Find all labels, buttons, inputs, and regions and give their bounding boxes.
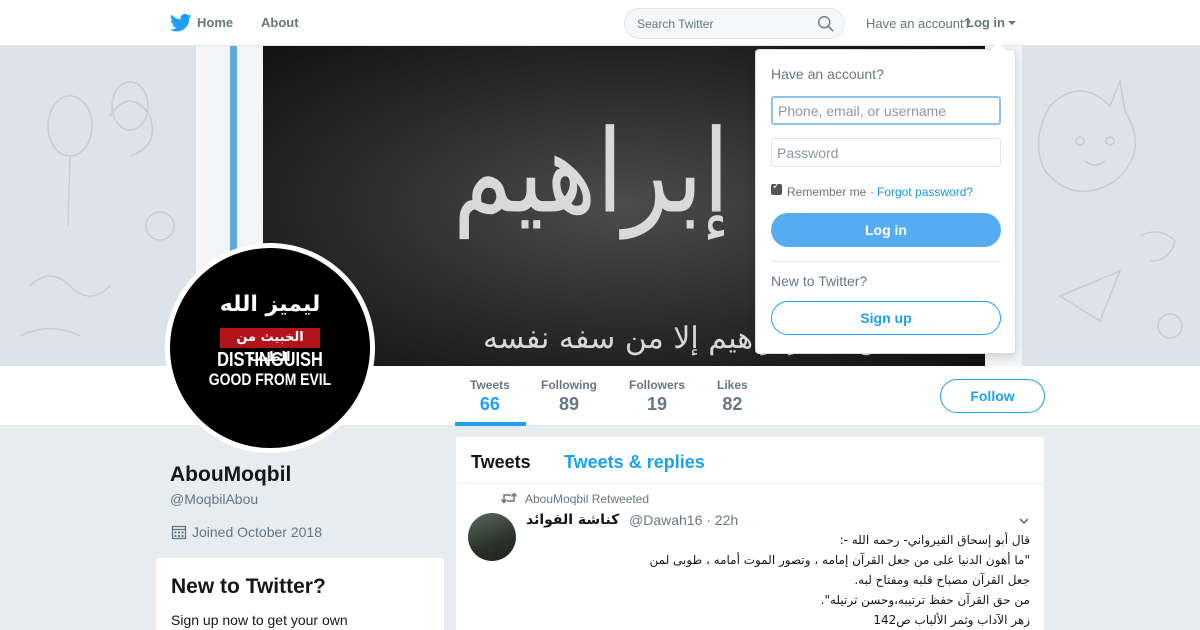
stat-following[interactable]: Following 89 [541, 378, 597, 415]
stat-label: Followers [629, 378, 686, 392]
top-nav: Home About Have an account? Log in [0, 0, 1200, 46]
retweet-icon [501, 492, 517, 504]
tweet-text: قال أبو إسحاق القيرواني- رحمه الله -: "م… [526, 530, 1031, 630]
tweet-text-line: "ما أهون الدنيا على من جعل القرآن إمامه … [649, 553, 1031, 567]
login-dropdown-title: Have an account? [771, 66, 884, 82]
avatar-image: ليميز الله الخبيث من الطيب DISTINGUISH G… [170, 248, 370, 448]
tab-tweets-replies[interactable]: Tweets & replies [564, 452, 705, 473]
forgot-password-link[interactable]: Forgot password? [877, 185, 973, 199]
timeline-tabs: Tweets Tweets & replies [456, 437, 1044, 484]
new-to-twitter-card: New to Twitter? Sign up now to get your … [156, 558, 444, 630]
stat-likes[interactable]: Likes 82 [717, 378, 748, 415]
remember-me-checkbox[interactable] [771, 181, 782, 195]
avatar-english-line2: GOOD FROM EVIL [208, 370, 332, 389]
divider [771, 261, 1001, 262]
new-to-twitter-label: New to Twitter? [771, 273, 868, 289]
avatar-english-line1: DISTINGUISH [217, 349, 323, 371]
login-dropdown-toggle[interactable]: Log in [966, 15, 1005, 30]
password-field[interactable] [771, 138, 1001, 167]
stat-label: Following [541, 378, 597, 392]
search-icon[interactable] [817, 15, 834, 32]
search-box [624, 8, 845, 39]
have-account-text: Have an account? [866, 16, 971, 31]
avatar-arabic-bar: الخبيث من الطيب [220, 328, 320, 365]
remember-me-label[interactable]: Remember me [787, 185, 866, 199]
stat-value: 82 [722, 394, 743, 414]
username-field[interactable] [771, 96, 1001, 125]
tweet-author-handle-time[interactable]: @Dawah16 · 22h [629, 512, 738, 528]
banner-accent-bar [230, 46, 237, 256]
retweet-context[interactable]: AbouMoqbil Retweeted [525, 492, 649, 506]
login-button[interactable]: Log in [771, 213, 1001, 247]
stat-followers[interactable]: Followers 19 [629, 378, 685, 415]
timeline: Tweets Tweets & replies AbouMoqbil Retwe… [456, 437, 1044, 630]
twitter-bird-icon[interactable] [170, 13, 192, 33]
tweet-author-name[interactable]: كناشة الفوائد [526, 512, 619, 528]
nav-home-link[interactable]: Home [197, 15, 233, 30]
follow-button[interactable]: Follow [940, 379, 1045, 413]
tweet-author-avatar[interactable] [468, 513, 516, 561]
stat-tweets[interactable]: Tweets 66 [470, 378, 510, 415]
tab-tweets[interactable]: Tweets [471, 452, 531, 473]
avatar-arabic-top: ليميز الله [219, 292, 321, 317]
login-dropdown: Have an account? Remember me · Forgot pa… [755, 42, 1016, 354]
stat-label: Tweets [470, 378, 510, 392]
calendar-icon [171, 525, 187, 540]
dropdown-arrow [990, 42, 1006, 50]
stat-label: Likes [717, 378, 748, 392]
stat-value: 19 [646, 394, 668, 414]
tweet-text-line: من حق القرآن حفظ ترتيبه،وحسن ترتيله". [820, 593, 1030, 607]
profile-handle[interactable]: @MoqbilAbou [170, 491, 258, 507]
stat-value: 89 [558, 394, 580, 414]
joined-date: Joined October 2018 [192, 524, 322, 540]
separator-dot: · [870, 185, 874, 199]
profile-avatar[interactable]: ليميز الله الخبيث من الطيب DISTINGUISH G… [165, 243, 375, 453]
chevron-down-icon[interactable] [1019, 517, 1029, 525]
search-input[interactable] [625, 9, 815, 38]
tweet-text-line: جعل القرآن مصباح قلبه ومفتاح لبه. [854, 573, 1030, 587]
tweet-text-line: زهر الآداب وثمر الألباب ص142 [873, 613, 1030, 627]
new-to-twitter-title: New to Twitter? [171, 575, 326, 598]
stat-value: 66 [479, 394, 500, 414]
new-to-twitter-text: Sign up now to get your own personalized… [171, 612, 348, 628]
signup-button[interactable]: Sign up [771, 301, 1001, 335]
profile-display-name[interactable]: AbouMoqbil [170, 463, 291, 487]
caret-down-icon[interactable] [1008, 21, 1016, 25]
active-tab-underline [455, 422, 526, 426]
nav-about-link[interactable]: About [261, 15, 299, 30]
tweet-text-line: قال أبو إسحاق القيرواني- رحمه الله -: [839, 533, 1030, 547]
